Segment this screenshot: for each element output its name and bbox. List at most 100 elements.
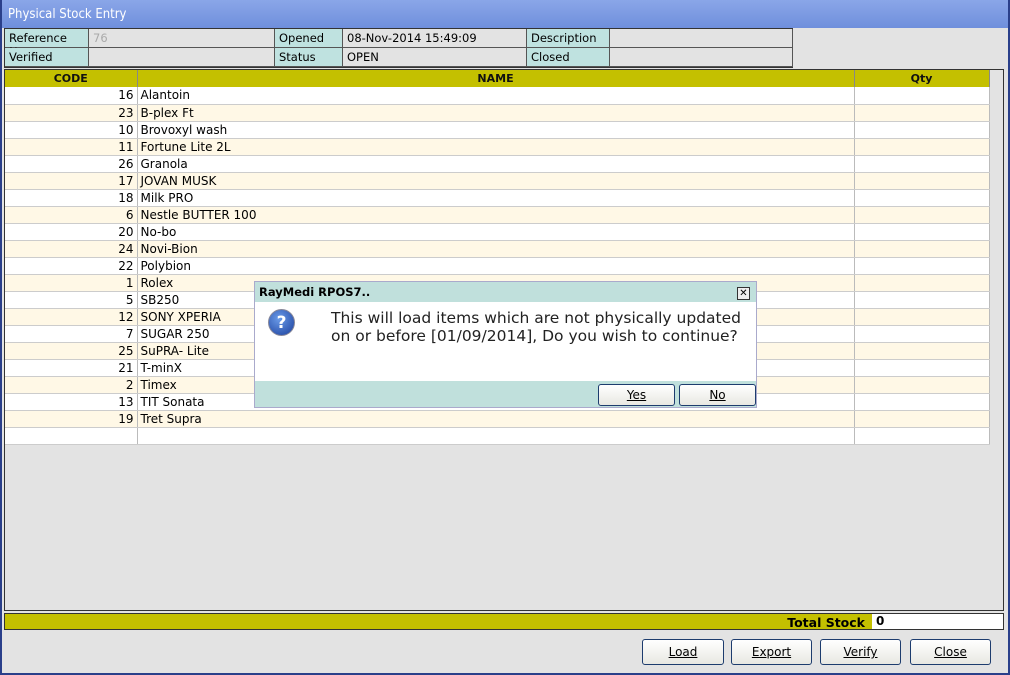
cell-qty[interactable] bbox=[854, 121, 990, 139]
cell-name bbox=[137, 427, 855, 445]
cell-qty[interactable] bbox=[854, 410, 990, 428]
cell-qty[interactable] bbox=[854, 325, 990, 343]
cell-qty[interactable] bbox=[854, 206, 990, 224]
cell-name: Nestle BUTTER 100 bbox=[137, 206, 855, 224]
cell-code bbox=[5, 427, 138, 445]
cell-name: Tret Supra bbox=[137, 410, 855, 428]
cell-qty[interactable] bbox=[854, 223, 990, 241]
cell-qty[interactable] bbox=[854, 257, 990, 275]
closed-label: Closed bbox=[527, 48, 610, 67]
total-stock-bar: Total Stock 0 bbox=[4, 613, 1004, 630]
reference-label: Reference No bbox=[5, 29, 89, 59]
table-row[interactable]: 16 Alantoin bbox=[5, 87, 990, 105]
table-row[interactable] bbox=[5, 427, 990, 445]
cell-code: 2 bbox=[5, 376, 138, 394]
table-row[interactable]: 6 Nestle BUTTER 100 bbox=[5, 206, 990, 224]
column-header-name[interactable]: NAME bbox=[137, 70, 855, 87]
no-button[interactable]: No bbox=[679, 384, 756, 406]
cell-code: 16 bbox=[5, 87, 138, 105]
table-row[interactable]: 10 Brovoxyl wash bbox=[5, 121, 990, 139]
cell-qty[interactable] bbox=[854, 393, 990, 411]
no-label: No bbox=[709, 388, 726, 402]
table-row[interactable]: 23 B-plex Ft bbox=[5, 104, 990, 122]
table-row[interactable]: 17 JOVAN MUSK bbox=[5, 172, 990, 190]
cell-qty[interactable] bbox=[854, 104, 990, 122]
load-label: Load bbox=[668, 645, 698, 659]
cell-name: JOVAN MUSK bbox=[137, 172, 855, 190]
cell-name: Milk PRO bbox=[137, 189, 855, 207]
header-panel: Reference No 76 Opened 08-Nov-2014 15:49… bbox=[4, 28, 793, 68]
cell-code: 10 bbox=[5, 121, 138, 139]
cell-name: No-bo bbox=[137, 223, 855, 241]
cell-qty[interactable] bbox=[854, 189, 990, 207]
close-button[interactable]: Close bbox=[910, 639, 991, 665]
total-stock-label: Total Stock bbox=[787, 615, 865, 630]
question-icon: ? bbox=[268, 309, 295, 336]
cell-name: Fortune Lite 2L bbox=[137, 138, 855, 156]
cell-code: 13 bbox=[5, 393, 138, 411]
window-title: Physical Stock Entry bbox=[2, 0, 1008, 28]
cell-code: 26 bbox=[5, 155, 138, 173]
cell-qty[interactable] bbox=[854, 427, 990, 445]
table-row[interactable]: 20 No-bo bbox=[5, 223, 990, 241]
cell-qty[interactable] bbox=[854, 240, 990, 258]
cell-name: B-plex Ft bbox=[137, 104, 855, 122]
cell-qty[interactable] bbox=[854, 342, 990, 360]
cell-code: 24 bbox=[5, 240, 138, 258]
cell-code: 11 bbox=[5, 138, 138, 156]
table-row[interactable]: 24 Novi-Bion bbox=[5, 240, 990, 258]
status-field: OPEN bbox=[343, 48, 527, 67]
column-header-qty[interactable]: Qty bbox=[854, 70, 990, 87]
table-row[interactable]: 18 Milk PRO bbox=[5, 189, 990, 207]
cell-code: 1 bbox=[5, 274, 138, 292]
status-label: Status bbox=[275, 48, 343, 67]
cell-qty[interactable] bbox=[854, 376, 990, 394]
table-row[interactable]: 26 Granola bbox=[5, 155, 990, 173]
cell-qty[interactable] bbox=[854, 138, 990, 156]
cell-code: 20 bbox=[5, 223, 138, 241]
cell-name: Granola bbox=[137, 155, 855, 173]
export-button[interactable]: Export bbox=[731, 639, 812, 665]
verify-label: Verify bbox=[843, 645, 878, 659]
cell-name: Novi-Bion bbox=[137, 240, 855, 258]
cell-code: 6 bbox=[5, 206, 138, 224]
cell-code: 7 bbox=[5, 325, 138, 343]
table-row[interactable]: 19 Tret Supra bbox=[5, 410, 990, 428]
export-label: Export bbox=[751, 645, 792, 659]
verify-button[interactable]: Verify bbox=[820, 639, 901, 665]
table-row[interactable]: 11 Fortune Lite 2L bbox=[5, 138, 990, 156]
cell-code: 5 bbox=[5, 291, 138, 309]
cell-qty[interactable] bbox=[854, 359, 990, 377]
opened-field: 08-Nov-2014 15:49:09 bbox=[343, 29, 527, 48]
cell-code: 23 bbox=[5, 104, 138, 122]
description-field[interactable] bbox=[610, 29, 793, 48]
dialog-footer: Yes No bbox=[255, 381, 756, 407]
column-header-code[interactable]: CODE bbox=[5, 70, 138, 87]
close-label: Close bbox=[934, 645, 967, 659]
description-label: Description bbox=[527, 29, 610, 48]
cell-code: 17 bbox=[5, 172, 138, 190]
cell-qty[interactable] bbox=[854, 308, 990, 326]
reference-field[interactable]: 76 bbox=[89, 29, 275, 48]
verified-field bbox=[89, 48, 275, 67]
cell-qty[interactable] bbox=[854, 291, 990, 309]
total-stock-value: 0 bbox=[872, 614, 1003, 629]
yes-button[interactable]: Yes bbox=[598, 384, 675, 406]
cell-code: 18 bbox=[5, 189, 138, 207]
cell-code: 25 bbox=[5, 342, 138, 360]
cell-qty[interactable] bbox=[854, 172, 990, 190]
table-row[interactable]: 22 Polybion bbox=[5, 257, 990, 275]
dialog-close-icon[interactable]: ✕ bbox=[737, 287, 750, 300]
cell-name: Brovoxyl wash bbox=[137, 121, 855, 139]
opened-label: Opened bbox=[275, 29, 343, 48]
dialog-title: RayMedi RPOS7.. bbox=[255, 282, 756, 302]
cell-code: 19 bbox=[5, 410, 138, 428]
load-button[interactable]: Load bbox=[642, 639, 724, 665]
cell-qty[interactable] bbox=[854, 155, 990, 173]
cell-code: 12 bbox=[5, 308, 138, 326]
cell-qty[interactable] bbox=[854, 87, 990, 105]
closed-field bbox=[610, 48, 793, 67]
yes-label: Yes bbox=[626, 388, 647, 402]
cell-qty[interactable] bbox=[854, 274, 990, 292]
verified-label: Verified bbox=[5, 48, 89, 67]
